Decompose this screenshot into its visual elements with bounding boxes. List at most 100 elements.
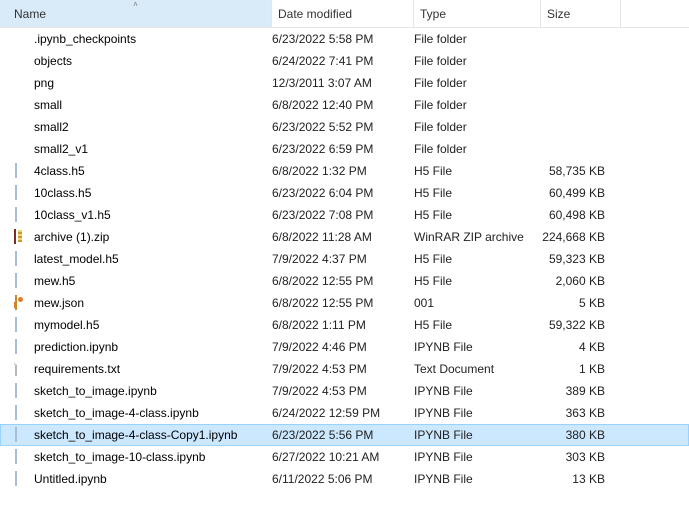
- file-name-label: latest_model.h5: [34, 252, 119, 266]
- notebook-file-icon: [14, 185, 30, 201]
- sort-ascending-icon: ˄: [133, 0, 138, 9]
- file-size-cell: 13 KB: [541, 472, 613, 486]
- file-type-cell: File folder: [414, 98, 541, 112]
- notebook-file-icon: [14, 449, 30, 465]
- folder-icon: [14, 119, 30, 135]
- file-type-cell: H5 File: [414, 208, 541, 222]
- file-size-cell: 1 KB: [541, 362, 613, 376]
- file-row[interactable]: small6/8/2022 12:40 PMFile folder: [0, 94, 689, 116]
- file-name-label: requirements.txt: [34, 362, 120, 376]
- folder-icon: [14, 97, 30, 113]
- file-row[interactable]: prediction.ipynb7/9/2022 4:46 PMIPYNB Fi…: [0, 336, 689, 358]
- notebook-file-icon: [14, 273, 30, 289]
- file-date-cell: 6/8/2022 12:40 PM: [272, 98, 414, 112]
- file-row[interactable]: 4class.h56/8/2022 1:32 PMH5 File58,735 K…: [0, 160, 689, 182]
- file-row[interactable]: mew.json6/8/2022 12:55 PM0015 KB: [0, 292, 689, 314]
- file-name-cell: png: [14, 75, 272, 91]
- file-date-cell: 6/11/2022 5:06 PM: [272, 472, 414, 486]
- file-row[interactable]: sketch_to_image-4-class.ipynb6/24/2022 1…: [0, 402, 689, 424]
- file-type-cell: IPYNB File: [414, 472, 541, 486]
- file-name-label: 10class_v1.h5: [34, 208, 111, 222]
- file-name-cell: small2_v1: [14, 141, 272, 157]
- file-date-cell: 6/23/2022 6:59 PM: [272, 142, 414, 156]
- column-header-name-label: Name: [14, 7, 46, 21]
- text-file-icon: [14, 361, 30, 377]
- file-type-cell: IPYNB File: [414, 428, 541, 442]
- file-type-cell: File folder: [414, 32, 541, 46]
- archive-icon: [14, 229, 30, 245]
- folder-icon: [14, 53, 30, 69]
- column-header-size[interactable]: Size: [541, 0, 621, 27]
- file-name-cell: latest_model.h5: [14, 251, 272, 267]
- file-row[interactable]: 10class_v1.h56/23/2022 7:08 PMH5 File60,…: [0, 204, 689, 226]
- file-row[interactable]: latest_model.h5 7/9/2022 4:37 PMH5 File59…: [0, 248, 689, 270]
- file-date-cell: 7/9/2022 4:53 PM: [272, 362, 414, 376]
- file-name-label: sketch_to_image-10-class.ipynb: [34, 450, 205, 464]
- file-row[interactable]: 10class.h56/23/2022 6:04 PMH5 File60,499…: [0, 182, 689, 204]
- file-size-cell: 363 KB: [541, 406, 613, 420]
- file-row[interactable]: small2 6/23/2022 5:52 PMFile folder: [0, 116, 689, 138]
- file-name-label: mew.json: [34, 296, 84, 310]
- file-row[interactable]: .ipynb_checkpoints 6/23/2022 5:58 PMFile …: [0, 28, 689, 50]
- file-date-cell: 6/8/2022 11:28 AM: [272, 230, 414, 244]
- column-header-type[interactable]: Type: [414, 0, 541, 27]
- file-name-cell: mymodel.h5: [14, 317, 272, 333]
- file-type-cell: IPYNB File: [414, 340, 541, 354]
- file-type-cell: H5 File: [414, 318, 541, 332]
- json-file-icon: [14, 295, 30, 311]
- file-row[interactable]: png12/3/2011 3:07 AMFile folder: [0, 72, 689, 94]
- notebook-file-icon: [14, 317, 30, 333]
- file-type-cell: 001: [414, 296, 541, 310]
- column-header-name[interactable]: Name ˄: [0, 0, 272, 27]
- file-type-cell: File folder: [414, 54, 541, 68]
- file-name-cell: mew.json: [14, 295, 272, 311]
- file-size-cell: 4 KB: [541, 340, 613, 354]
- file-date-cell: 6/24/2022 12:59 PM: [272, 406, 414, 420]
- file-date-cell: 6/27/2022 10:21 AM: [272, 450, 414, 464]
- notebook-file-icon: [14, 427, 30, 443]
- file-date-cell: 12/3/2011 3:07 AM: [272, 76, 414, 90]
- file-type-cell: H5 File: [414, 252, 541, 266]
- notebook-file-icon: [14, 339, 30, 355]
- file-type-cell: H5 File: [414, 186, 541, 200]
- file-row[interactable]: Untitled.ipynb6/11/2022 5:06 PMIPYNB Fil…: [0, 468, 689, 490]
- file-name-label: 10class.h5: [34, 186, 91, 200]
- file-row[interactable]: mymodel.h56/8/2022 1:11 PMH5 File59,322 …: [0, 314, 689, 336]
- file-row[interactable]: sketch_to_image-10-class.ipynb 6/27/2022 …: [0, 446, 689, 468]
- column-header-size-label: Size: [547, 7, 570, 21]
- folder-icon: [14, 141, 30, 157]
- file-type-cell: File folder: [414, 120, 541, 134]
- file-name-cell: sketch_to_image.ipynb: [14, 383, 272, 399]
- file-row[interactable]: archive (1).zip6/8/2022 11:28 AMWinRAR Z…: [0, 226, 689, 248]
- file-type-cell: File folder: [414, 142, 541, 156]
- file-row[interactable]: requirements.txt7/9/2022 4:53 PMText Doc…: [0, 358, 689, 380]
- notebook-file-icon: [14, 251, 30, 267]
- column-header-date[interactable]: Date modified: [272, 0, 414, 27]
- file-list: .ipynb_checkpoints6/23/2022 5:58 PMFile …: [0, 28, 689, 490]
- file-row[interactable]: mew.h56/8/2022 12:55 PMH5 File2,060 KB: [0, 270, 689, 292]
- file-name-label: .ipynb_checkpoints: [34, 32, 136, 46]
- file-size-cell: 60,499 KB: [541, 186, 613, 200]
- file-row[interactable]: sketch_to_image-4-class-Copy1.ipynb6/23/…: [0, 424, 689, 446]
- file-date-cell: 6/8/2022 1:32 PM: [272, 164, 414, 178]
- file-type-cell: IPYNB File: [414, 450, 541, 464]
- file-date-cell: 6/23/2022 5:58 PM: [272, 32, 414, 46]
- file-row[interactable]: sketch_to_image.ipynb7/9/2022 4:53 PMIPY…: [0, 380, 689, 402]
- file-type-cell: IPYNB File: [414, 384, 541, 398]
- file-row[interactable]: small2_v16/23/2022 6:59 PMFile folder: [0, 138, 689, 160]
- file-size-cell: 380 KB: [541, 428, 613, 442]
- file-name-label: small2: [34, 120, 69, 134]
- file-size-cell: 59,323 KB: [541, 252, 613, 266]
- notebook-file-icon: [14, 383, 30, 399]
- file-name-cell: small2: [14, 119, 272, 135]
- file-name-cell: 10class.h5: [14, 185, 272, 201]
- file-name-cell: prediction.ipynb: [14, 339, 272, 355]
- file-date-cell: 6/8/2022 12:55 PM: [272, 296, 414, 310]
- file-date-cell: 6/23/2022 5:52 PM: [272, 120, 414, 134]
- file-name-cell: Untitled.ipynb: [14, 471, 272, 487]
- file-date-cell: 6/23/2022 7:08 PM: [272, 208, 414, 222]
- file-date-cell: 7/9/2022 4:46 PM: [272, 340, 414, 354]
- file-date-cell: 7/9/2022 4:37 PM: [272, 252, 414, 266]
- file-row[interactable]: objects6/24/2022 7:41 PMFile folder: [0, 50, 689, 72]
- column-header-type-label: Type: [420, 7, 446, 21]
